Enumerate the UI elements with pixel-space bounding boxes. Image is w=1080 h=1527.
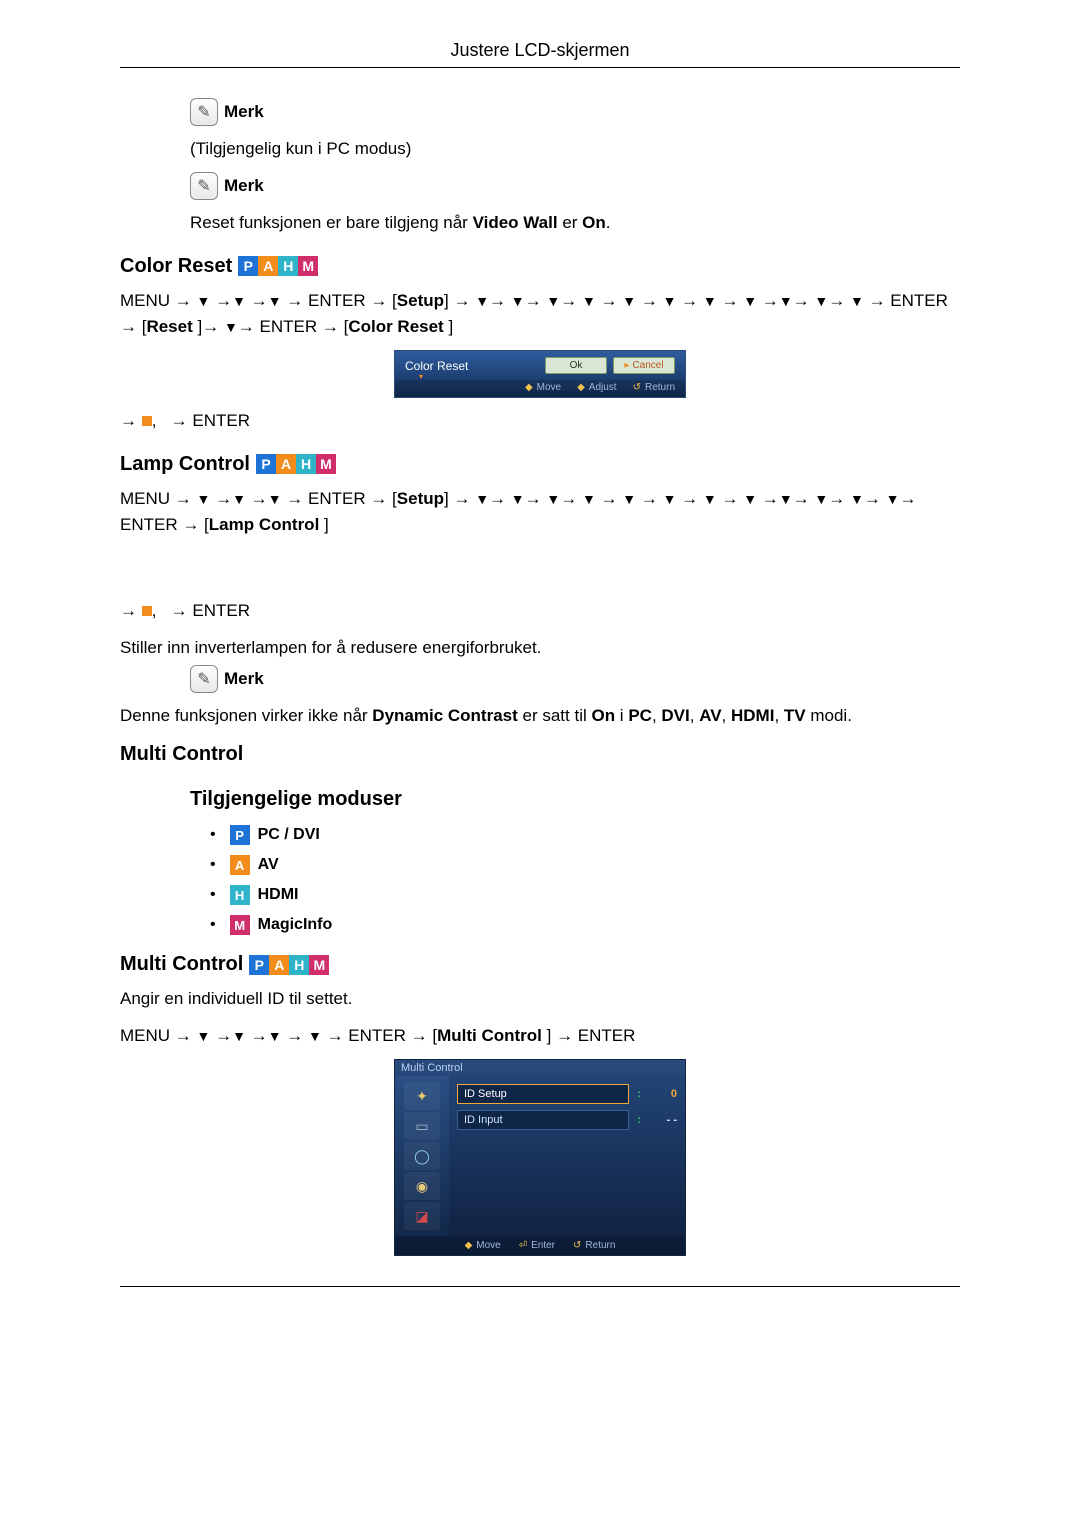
- osd-sidebar: ✦ ▭ ◯ ◉ ◪: [395, 1076, 449, 1236]
- osd-multi-hint-move: Move: [465, 1240, 501, 1251]
- osd-color-reset: Color Reset ▾ Ok Cancel Move Adjust Retu…: [394, 350, 686, 398]
- osd-id-setup-field[interactable]: ID Setup: [457, 1084, 629, 1104]
- osd-id-input-row[interactable]: ID Input : - -: [457, 1110, 677, 1130]
- osd-ok-button[interactable]: Ok: [545, 357, 607, 374]
- osd-multi-head: Multi Control: [395, 1060, 685, 1076]
- osd-id-input-value: - -: [649, 1114, 677, 1126]
- section-color-reset: Color Reset P A H M: [120, 255, 960, 278]
- note-merk-3: ✎ Merk: [190, 665, 960, 693]
- osd-hint-adjust: Adjust: [577, 382, 617, 393]
- reset-only-text: Reset funksjonen er bare tilgjeng når Vi…: [190, 210, 960, 236]
- osd-colon: :: [637, 1088, 641, 1100]
- multi-control-2-heading: Multi Control: [120, 953, 243, 976]
- multi-control-heading: Multi Control: [120, 743, 243, 766]
- osd-multi-control: Multi Control ✦ ▭ ◯ ◉ ◪ ID Setup : 0: [394, 1059, 686, 1256]
- lamp-note: Denne funksjonen virker ikke når Dynamic…: [120, 703, 960, 729]
- osd-multi-hints: Move Enter Return: [395, 1236, 685, 1255]
- osd-multi-hint-return: Return: [573, 1240, 615, 1251]
- merk-label: Merk: [224, 102, 264, 122]
- mode-magicinfo: M MagicInfo: [210, 915, 960, 935]
- section-multi-control-2: Multi Control P A H M: [120, 953, 960, 976]
- osd-side-icon-5[interactable]: ◪: [404, 1202, 440, 1230]
- note-icon: ✎: [190, 98, 218, 126]
- mode-a-icon: A: [269, 955, 289, 975]
- mode-h-icon: H: [230, 885, 250, 905]
- section-multi-control: Multi Control: [120, 743, 960, 766]
- pahm-badge: P A H M: [249, 955, 329, 975]
- mode-hdmi: H HDMI: [210, 885, 960, 905]
- multi-desc: Angir en individuell ID til settet.: [120, 986, 960, 1012]
- nav-color-reset: MENU → ▼ →▼ →▼ → ENTER → [Setup] → ▼→ ▼→…: [120, 288, 960, 341]
- nav-after-lamp: → , → ENTER: [120, 598, 960, 624]
- mode-a-icon: A: [258, 256, 278, 276]
- osd-colon: :: [637, 1114, 641, 1126]
- header-rule: [120, 67, 960, 68]
- mode-av: A AV: [210, 855, 960, 875]
- modes-list: P PC / DVI A AV H HDMI M MagicInfo: [190, 825, 960, 935]
- osd-hint-move: Move: [525, 382, 561, 393]
- mode-a-icon: A: [230, 855, 250, 875]
- osd-multi-hint-enter: Enter: [519, 1240, 555, 1251]
- pahm-badge: P A H M: [256, 454, 336, 474]
- nav-multi-control: MENU → ▼ →▼ →▼ → ▼ → ENTER → [Multi Cont…: [120, 1023, 960, 1049]
- mode-h-icon: H: [296, 454, 316, 474]
- mode-magicinfo-label: MagicInfo: [258, 916, 333, 934]
- osd-side-icon-4[interactable]: ◉: [404, 1172, 440, 1200]
- mode-m-icon: M: [230, 915, 250, 935]
- mode-h-icon: H: [278, 256, 298, 276]
- osd-id-setup-row[interactable]: ID Setup : 0: [457, 1084, 677, 1104]
- footer-rule: [120, 1286, 960, 1287]
- color-reset-heading: Color Reset: [120, 255, 232, 278]
- mode-pc-dvi: P PC / DVI: [210, 825, 960, 845]
- mode-p-icon: P: [249, 955, 269, 975]
- orange-square-icon: [142, 416, 152, 426]
- mode-m-icon: M: [316, 454, 336, 474]
- available-modes-heading: Tilgjengelige moduser: [190, 788, 960, 811]
- merk-label: Merk: [224, 669, 264, 689]
- pc-only-text: (Tilgjengelig kun i PC modus): [190, 136, 960, 162]
- note-merk-2: ✎ Merk: [190, 172, 960, 200]
- mode-a-icon: A: [276, 454, 296, 474]
- mode-av-label: AV: [258, 856, 279, 874]
- osd-side-icon-1[interactable]: ✦: [404, 1082, 440, 1110]
- mode-p-icon: P: [238, 256, 258, 276]
- mode-m-icon: M: [309, 955, 329, 975]
- note-merk-1: ✎ Merk: [190, 98, 960, 126]
- note-icon: ✎: [190, 665, 218, 693]
- orange-square-icon: [142, 606, 152, 616]
- page-header-title: Justere LCD-skjermen: [0, 40, 1080, 61]
- osd-side-icon-2[interactable]: ▭: [404, 1112, 440, 1140]
- nav-after-color-reset: → , → ENTER: [120, 408, 960, 434]
- mode-hdmi-label: HDMI: [258, 886, 299, 904]
- osd-hint-return: Return: [633, 382, 675, 393]
- pahm-badge: P A H M: [238, 256, 318, 276]
- osd-color-reset-title: Color Reset ▾: [405, 359, 468, 373]
- lamp-control-heading: Lamp Control: [120, 453, 250, 476]
- lamp-desc: Stiller inn inverterlampen for å reduser…: [120, 635, 960, 661]
- osd-side-icon-3[interactable]: ◯: [404, 1142, 440, 1170]
- section-lamp-control: Lamp Control P A H M: [120, 453, 960, 476]
- osd-hints: Move Adjust Return: [395, 380, 685, 397]
- note-icon: ✎: [190, 172, 218, 200]
- osd-cancel-button[interactable]: Cancel: [613, 357, 675, 374]
- osd-id-setup-value: 0: [649, 1088, 677, 1100]
- mode-h-icon: H: [289, 955, 309, 975]
- mode-p-icon: P: [230, 825, 250, 845]
- merk-label: Merk: [224, 176, 264, 196]
- nav-lamp-control: MENU → ▼ →▼ →▼ → ENTER → [Setup] → ▼→ ▼→…: [120, 486, 960, 539]
- mode-p-icon: P: [256, 454, 276, 474]
- mode-m-icon: M: [298, 256, 318, 276]
- mode-pc-dvi-label: PC / DVI: [258, 826, 320, 844]
- osd-id-input-field[interactable]: ID Input: [457, 1110, 629, 1130]
